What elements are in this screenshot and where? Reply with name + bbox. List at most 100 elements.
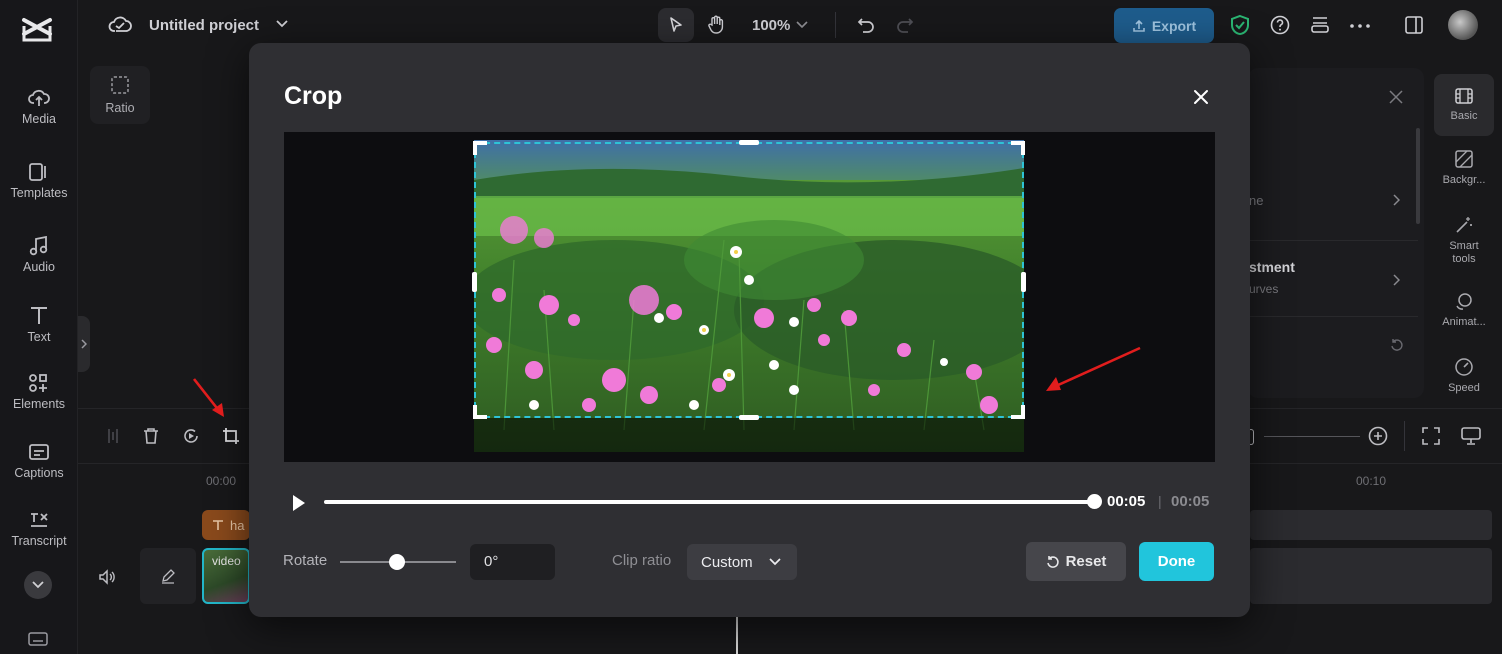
playback-progress-knob[interactable] — [1086, 494, 1102, 509]
ruler-label: 00:00 — [206, 474, 237, 488]
playback-progress-bar[interactable] — [324, 500, 1094, 504]
sidebar-more-button[interactable] — [24, 571, 52, 599]
crop-preview — [284, 132, 1215, 462]
chevron-right-icon — [81, 339, 87, 349]
close-icon[interactable] — [1389, 90, 1403, 104]
sidebar-item-templates[interactable]: Templates — [0, 162, 78, 222]
crop-icon[interactable] — [222, 427, 240, 445]
crop-handle-left[interactable] — [472, 272, 477, 292]
tab-basic[interactable]: Basic — [1434, 74, 1494, 136]
chevron-down-icon — [32, 581, 44, 589]
undo-icon[interactable] — [857, 16, 875, 34]
right-tabs: Basic Backgr... Smart tools Animat... Sp… — [1434, 70, 1494, 410]
crop-handle-bottom-right[interactable] — [1021, 405, 1025, 419]
tab-background[interactable]: Backgr... — [1434, 150, 1494, 187]
redo-icon[interactable] — [896, 16, 914, 34]
rotate-slider-knob[interactable] — [389, 554, 405, 570]
sidebar-expand-handle[interactable] — [78, 316, 90, 372]
sidebar-item-media[interactable]: Media — [0, 88, 78, 148]
magic-wand-icon — [1456, 217, 1472, 233]
sidebar-label: Elements — [12, 397, 66, 411]
ratio-dashed-square-icon — [111, 76, 129, 94]
avatar[interactable] — [1448, 10, 1478, 40]
fullscreen-icon[interactable] — [1422, 427, 1440, 445]
close-button[interactable] — [1189, 85, 1213, 109]
total-time: 00:05 — [1171, 493, 1210, 510]
crop-handle-right[interactable] — [1021, 272, 1026, 292]
tab-speed[interactable]: Speed — [1434, 358, 1494, 395]
animation-icon — [1456, 293, 1472, 310]
annotation-arrow-icon — [190, 376, 230, 422]
sidebar-item-text[interactable]: Text — [0, 304, 78, 364]
cloud-sync-icon[interactable] — [108, 15, 132, 35]
chevron-down-icon[interactable] — [276, 20, 288, 28]
sidebar-item-captions[interactable]: Captions — [0, 442, 78, 502]
text-icon — [213, 520, 223, 530]
track-edit-button[interactable] — [140, 548, 196, 604]
time-separator: | — [1158, 493, 1162, 509]
more-horizontal-icon[interactable] — [1350, 24, 1370, 28]
capcut-logo-icon[interactable] — [20, 14, 56, 46]
play-button[interactable] — [291, 494, 307, 512]
timeline-zoom-slider[interactable] — [1264, 436, 1360, 437]
elements-icon — [29, 374, 47, 392]
crop-handle-bottom-left[interactable] — [473, 405, 477, 419]
crop-handle-top-left[interactable] — [473, 141, 477, 155]
ratio-button[interactable]: Ratio — [90, 66, 150, 124]
sidebar-item-transcript[interactable]: Transcript — [0, 510, 78, 570]
hand-tool-icon[interactable] — [707, 15, 725, 35]
left-sidebar: Media Templates Audio Text Elements Capt… — [0, 0, 78, 654]
sidebar-label: Audio — [23, 260, 55, 274]
pointer-tool-button[interactable] — [658, 8, 694, 42]
pencil-icon — [162, 569, 175, 584]
panel-row-1-text: ne — [1249, 193, 1264, 208]
text-clip[interactable]: ha — [202, 510, 250, 540]
divider — [835, 12, 836, 38]
video-clip[interactable]: video — [202, 548, 250, 604]
rotate-input[interactable]: 0° — [470, 544, 555, 580]
sidebar-label: Templates — [10, 186, 68, 200]
replace-icon[interactable] — [182, 427, 200, 445]
clip-ratio-value: Custom — [701, 553, 753, 571]
video-clip-label: video — [212, 554, 241, 568]
stack-icon[interactable] — [1310, 16, 1330, 34]
annotation-arrow-icon — [1040, 344, 1144, 396]
panel-scrollbar[interactable] — [1416, 128, 1420, 224]
delete-icon[interactable] — [143, 427, 159, 445]
crop-handle-top[interactable] — [739, 140, 759, 145]
crop-handle-top-right[interactable] — [1021, 141, 1025, 155]
clip-ratio-select[interactable]: Custom — [687, 544, 797, 580]
tab-smart-tools[interactable]: Smart tools — [1434, 216, 1494, 266]
sidebar-label: Transcript — [11, 534, 67, 548]
reset-small-icon[interactable] — [1390, 338, 1404, 352]
crop-dialog: Crop 00:05 | 00:05 Rotate 0° Clip ratio … — [249, 43, 1250, 617]
export-label: Export — [1151, 17, 1197, 34]
shield-check-icon[interactable] — [1230, 14, 1250, 36]
sidebar-item-elements[interactable]: Elements — [0, 373, 78, 433]
reset-button[interactable]: Reset — [1026, 542, 1126, 581]
crop-frame[interactable] — [472, 140, 1026, 420]
zoom-in-icon[interactable] — [1368, 426, 1388, 446]
cloud-upload-icon — [28, 89, 50, 106]
monitor-icon[interactable] — [1461, 427, 1481, 445]
panel-layout-icon[interactable] — [1404, 15, 1424, 35]
chevron-down-icon[interactable] — [796, 21, 808, 29]
speaker-icon[interactable] — [98, 569, 116, 585]
crop-handle-bottom[interactable] — [739, 415, 759, 420]
export-button[interactable]: Export — [1114, 8, 1214, 43]
split-icon[interactable] — [106, 427, 120, 445]
sidebar-item-audio[interactable]: Audio — [0, 236, 78, 296]
tab-animation[interactable]: Animat... — [1434, 292, 1494, 329]
upload-icon — [1133, 19, 1145, 32]
chevron-right-icon[interactable] — [1393, 274, 1400, 286]
playhead[interactable] — [736, 616, 738, 654]
keyboard-icon[interactable] — [28, 632, 48, 646]
text-icon — [31, 307, 47, 324]
help-icon[interactable] — [1270, 15, 1290, 35]
sidebar-label: Text — [27, 330, 51, 344]
chevron-right-icon[interactable] — [1393, 194, 1400, 206]
project-title[interactable]: Untitled project — [149, 17, 259, 34]
done-button[interactable]: Done — [1139, 542, 1214, 581]
text-clip-label: ha — [230, 517, 245, 533]
zoom-level[interactable]: 100% — [752, 17, 790, 34]
